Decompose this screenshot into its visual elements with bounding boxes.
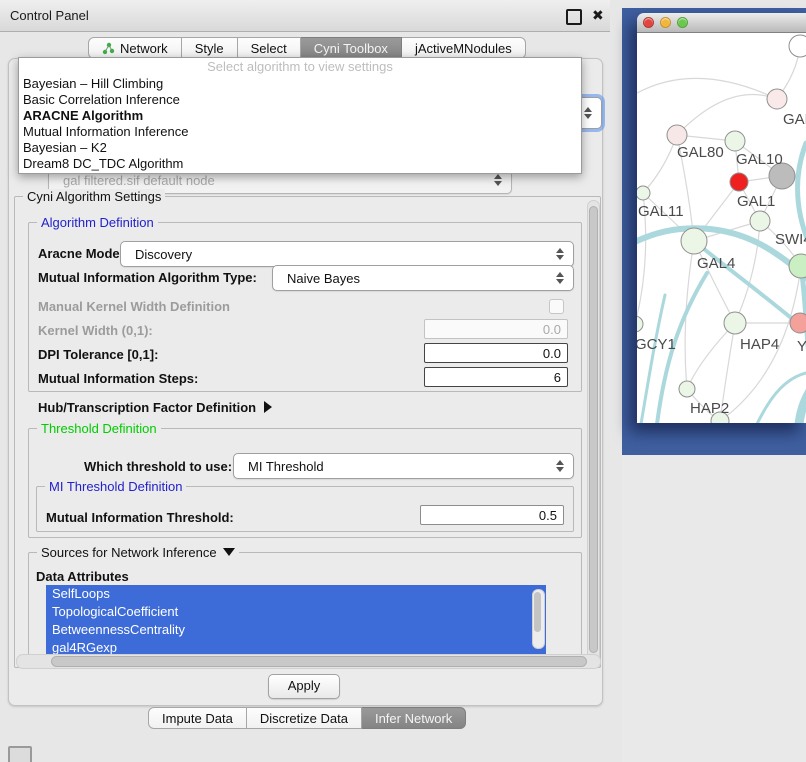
aracne-mode-label: Aracne Mode: [38, 246, 124, 261]
network-node-gal11[interactable] [637, 186, 650, 200]
data-attribute-item[interactable]: BetweennessCentrality [46, 621, 546, 639]
network-edge [687, 323, 735, 389]
which-threshold-combobox[interactable]: MI Threshold [233, 453, 574, 479]
network-node-gal80[interactable] [667, 125, 687, 145]
control-panel-title: Control Panel [10, 8, 89, 23]
mi-type-label: Mutual Information Algorithm Type: [38, 270, 257, 285]
kernel-width-field [424, 319, 568, 339]
cyni-bottom-tabbar: Impute DataDiscretize DataInfer Network [148, 707, 466, 729]
node-label: GCY1 [637, 336, 676, 353]
algorithm-option-mutual-information-inference[interactable]: Mutual Information Inference [19, 124, 581, 140]
spinner-arrows-icon [555, 272, 564, 284]
network-view-window: GAL GAL80 GAL10 GAL1 GAL11 SWI4 GAL4 GCY1 HAP4 Y H… [637, 13, 806, 423]
algorithm-option-bayesian-hill-climbing[interactable]: Bayesian – Hill Climbing [19, 76, 581, 92]
tab-discretize-data[interactable]: Discretize Data [247, 707, 362, 729]
network-node-gal10[interactable] [725, 131, 745, 151]
apply-button[interactable]: Apply [268, 674, 340, 699]
network-node[interactable] [789, 35, 806, 57]
sources-group-title[interactable]: Sources for Network Inference [37, 545, 239, 560]
mi-steps-field[interactable] [424, 367, 568, 387]
node-label: GAL4 [697, 255, 735, 272]
tab-impute-data[interactable]: Impute Data [148, 707, 247, 729]
manual-kernel-checkbox [549, 299, 564, 314]
zoom-window-icon[interactable] [677, 17, 688, 28]
algorithm-option-bayesian-k2[interactable]: Bayesian – K2 [19, 140, 581, 156]
collapse-down-icon [223, 548, 235, 556]
network-node[interactable] [789, 254, 806, 278]
tab-infer-network[interactable]: Infer Network [362, 707, 466, 729]
dpi-tolerance-label: DPI Tolerance [0,1]: [38, 347, 158, 362]
kernel-width-label: Kernel Width (0,1): [38, 323, 153, 338]
algorithm-dropdown-popup: Select algorithm to view settings Bayesi… [18, 57, 582, 174]
data-attributes-list: SelfLoopsTopologicalCoefficientBetweenne… [46, 585, 546, 655]
node-label: GAL80 [677, 144, 724, 161]
hub-definition-expander[interactable]: Hub/Transcription Factor Definition [38, 400, 272, 415]
algorithm-option-aracne-algorithm[interactable]: ARACNE Algorithm [19, 108, 581, 124]
table-panel: Table Panel ⚙ ☑☑ ☐☐ shared...nameA YDL19… [622, 455, 806, 762]
group-title: Algorithm Definition [37, 215, 158, 230]
network-canvas[interactable]: GAL GAL80 GAL10 GAL1 GAL11 SWI4 GAL4 GCY1 HAP4 Y H… [637, 33, 806, 423]
network-node-hap4[interactable] [724, 312, 746, 334]
settings-horizontal-scrollbar[interactable] [16, 654, 601, 669]
network-node-gcy1[interactable] [637, 316, 643, 332]
network-node-gal1[interactable] [730, 173, 748, 191]
mi-threshold-label: Mutual Information Threshold: [46, 510, 234, 525]
node-label: HAP2 [690, 400, 729, 417]
node-label: GAL1 [737, 193, 775, 210]
network-node-swi4[interactable] [750, 211, 770, 231]
manual-kernel-label: Manual Kernel Width Definition [38, 299, 230, 314]
network-window-titlebar[interactable] [637, 13, 806, 33]
network-node-gal4[interactable] [681, 228, 707, 254]
group-title: Threshold Definition [37, 421, 161, 436]
mi-steps-label: Mutual Information Steps: [38, 371, 198, 386]
data-attribute-item[interactable]: TopologicalCoefficient [46, 603, 546, 621]
group-title: MI Threshold Definition [45, 479, 186, 494]
data-attribute-item[interactable]: SelfLoops [46, 585, 546, 603]
attribute-list-scrollbar[interactable] [532, 589, 545, 649]
minimize-window-icon[interactable] [660, 17, 671, 28]
network-icon [102, 42, 115, 55]
node-label: HAP4 [740, 336, 779, 353]
dpi-tolerance-field[interactable] [424, 343, 568, 363]
algorithm-option-basic-correlation-inference[interactable]: Basic Correlation Inference [19, 92, 581, 108]
group-title: Cyni Algorithm Settings [23, 189, 165, 204]
network-node-hap2[interactable] [679, 381, 695, 397]
data-attributes-label: Data Attributes [36, 569, 129, 584]
close-window-icon[interactable] [643, 17, 654, 28]
tab-network[interactable]: Network [88, 37, 182, 59]
which-threshold-label: Which threshold to use: [84, 459, 232, 474]
node-label: GAL [783, 111, 806, 128]
network-edge [677, 95, 777, 136]
spinner-arrows-icon [555, 460, 564, 472]
aracne-mode-combobox[interactable]: Discovery [120, 241, 574, 267]
float-window-icon[interactable] [566, 9, 582, 25]
mi-threshold-field[interactable] [420, 505, 564, 525]
spinner-arrows-icon [583, 107, 592, 119]
panel-grip-icon[interactable] [8, 746, 32, 762]
node-label: GAL11 [638, 203, 684, 220]
algorithm-option-dream8-dc-tdc-algorithm[interactable]: Dream8 DC_TDC Algorithm [19, 156, 581, 172]
control-panel-tabbar: NetworkStyleSelectCyni ToolboxjActiveMNo… [88, 37, 526, 59]
expand-right-icon [264, 401, 272, 413]
popup-placeholder: Select algorithm to view settings [19, 58, 581, 76]
data-attribute-item[interactable]: gal4RGexp [46, 639, 546, 655]
network-edge [637, 78, 777, 99]
settings-vertical-scrollbar[interactable] [587, 200, 600, 662]
tab-jactivemnodules[interactable]: jActiveMNodules [402, 37, 526, 59]
network-node-y[interactable] [790, 313, 806, 333]
control-panel-titlebar: Control Panel ✖ [0, 0, 610, 32]
mi-type-combobox[interactable]: Naive Bayes [272, 265, 574, 291]
node-label: Y [797, 338, 806, 355]
close-icon[interactable]: ✖ [592, 7, 604, 24]
spinner-arrows-icon [555, 248, 564, 260]
node-label: SWI4 [775, 231, 806, 248]
node-label: GAL10 [736, 151, 783, 168]
tab-style[interactable]: Style [182, 37, 238, 59]
spinner-arrows-icon [493, 174, 502, 186]
network-node-gal[interactable] [767, 89, 787, 109]
application-window: Control Panel ✖ NetworkStyleSelectCyni T… [0, 0, 806, 762]
tab-select[interactable]: Select [238, 37, 301, 59]
tab-cyni-toolbox[interactable]: Cyni Toolbox [301, 37, 402, 59]
